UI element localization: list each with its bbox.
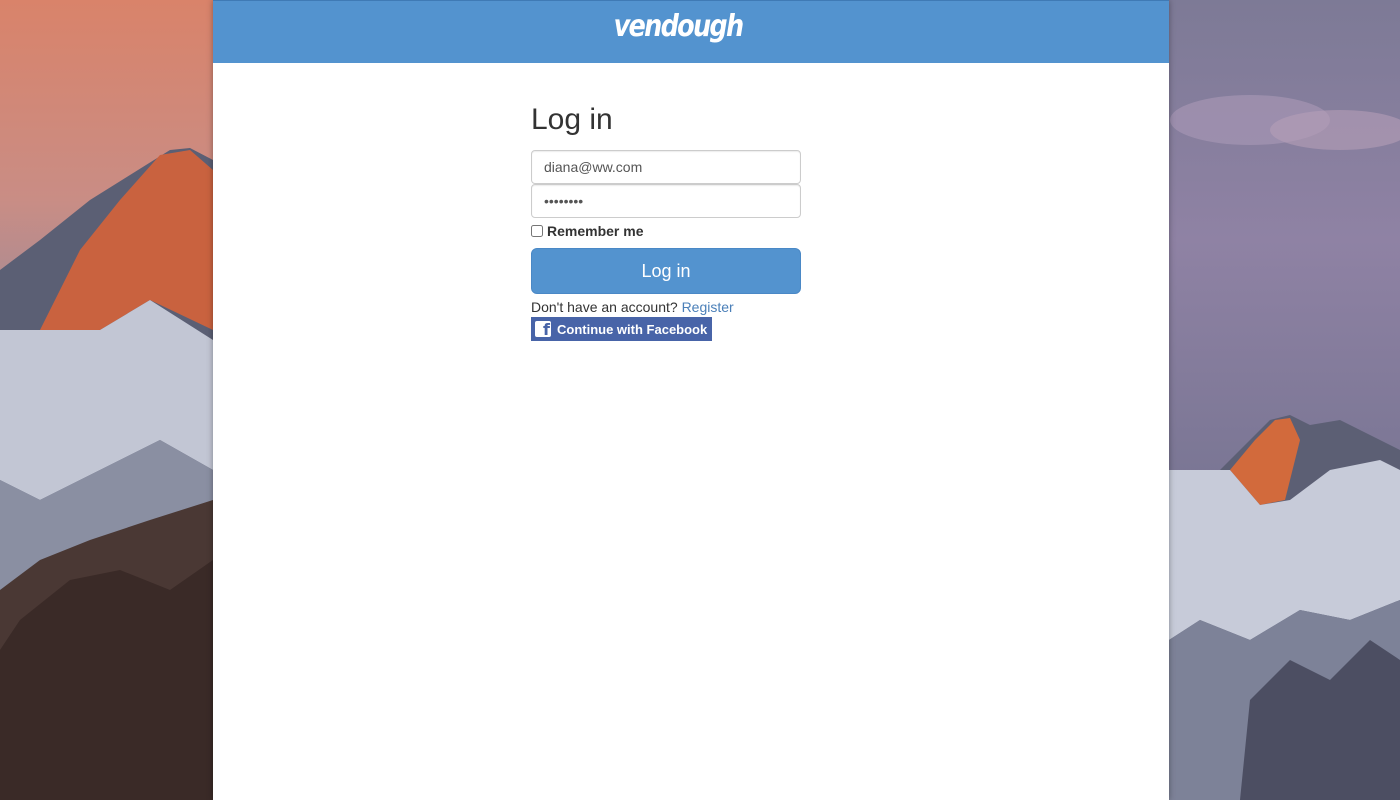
remember-me-row: Remember me <box>531 221 801 241</box>
register-prompt: Don't have an account? Register <box>531 297 801 317</box>
register-link[interactable]: Register <box>682 299 734 315</box>
remember-me-label[interactable]: Remember me <box>547 223 644 239</box>
facebook-button-label: Continue with Facebook <box>557 321 708 337</box>
login-button[interactable]: Log in <box>531 248 801 294</box>
desktop: vendough Log in Remember me Log in Don't… <box>0 0 1400 800</box>
facebook-login-button[interactable]: f Continue with Facebook <box>531 317 713 341</box>
browser-page: vendough Log in Remember me Log in Don't… <box>213 0 1169 800</box>
header-bar: vendough <box>213 0 1169 63</box>
login-form: Log in Remember me Log in Don't have an … <box>531 100 801 341</box>
remember-me-checkbox[interactable] <box>531 225 543 237</box>
facebook-f-icon: f <box>535 321 551 337</box>
brand-logo[interactable]: vendough <box>614 9 768 45</box>
password-field[interactable] <box>531 184 801 218</box>
no-account-text: Don't have an account? <box>531 299 678 315</box>
email-field[interactable] <box>531 150 801 184</box>
page-title: Log in <box>531 103 613 136</box>
